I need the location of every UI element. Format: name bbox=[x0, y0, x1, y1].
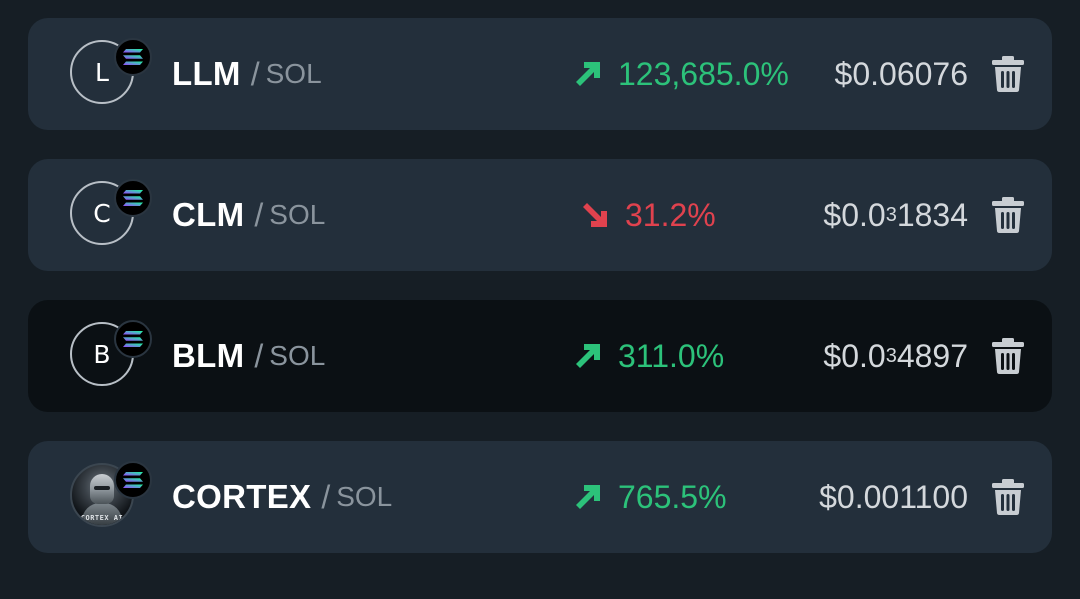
price-change: 31.2% bbox=[583, 159, 716, 271]
arrow-up-right-icon bbox=[576, 62, 600, 86]
solana-icon bbox=[114, 179, 152, 217]
token-symbol: LLM bbox=[172, 55, 241, 92]
watchlist-row-blm[interactable]: B BLM / SOL 311.0% $0.0 3 4897 bbox=[28, 300, 1052, 412]
quote-symbol: SOL bbox=[336, 481, 393, 512]
token-price: $0.0 3 4897 bbox=[823, 337, 968, 374]
avatar-caption: CORTEX AI bbox=[80, 514, 124, 522]
token-symbol: CLM bbox=[172, 196, 245, 233]
quote-symbol: SOL bbox=[269, 340, 326, 371]
trading-pair: LLM / SOL bbox=[172, 18, 322, 130]
solana-icon bbox=[114, 38, 152, 76]
quote-symbol: SOL bbox=[265, 58, 322, 89]
price-digits: 1834 bbox=[896, 196, 968, 233]
solana-icon bbox=[114, 320, 152, 358]
price-change: 311.0% bbox=[576, 300, 724, 412]
trash-icon[interactable] bbox=[992, 56, 1024, 92]
trading-pair: CORTEX / SOL bbox=[172, 441, 392, 553]
arrow-up-right-icon bbox=[576, 485, 600, 509]
price-prefix: $0.001100 bbox=[819, 478, 968, 515]
pair-separator: / bbox=[254, 196, 264, 233]
trash-icon[interactable] bbox=[992, 197, 1024, 233]
price-prefix: $0.06076 bbox=[834, 55, 968, 92]
trading-pair: BLM / SOL bbox=[172, 300, 325, 412]
solana-icon bbox=[114, 461, 152, 499]
watchlist-row-llm[interactable]: L LLM / SOL 123,685.0% $0.06076 bbox=[28, 18, 1052, 130]
trash-icon[interactable] bbox=[992, 479, 1024, 515]
pair-separator: / bbox=[321, 478, 331, 515]
token-price: $0.0 3 1834 bbox=[823, 196, 968, 233]
arrow-down-right-icon bbox=[583, 203, 607, 227]
price-change-value: 31.2% bbox=[625, 196, 716, 233]
token-symbol: CORTEX bbox=[172, 478, 312, 515]
trading-pair: CLM / SOL bbox=[172, 159, 325, 271]
price-prefix: $0.0 bbox=[823, 196, 886, 233]
price-digits: 4897 bbox=[896, 337, 968, 374]
price-change: 765.5% bbox=[576, 441, 727, 553]
trash-icon[interactable] bbox=[992, 338, 1024, 374]
token-price: $0.06076 bbox=[835, 18, 968, 130]
quote-symbol: SOL bbox=[269, 199, 326, 230]
watchlist-row-cortex[interactable]: CORTEX AI CORTEX / SOL 765.5% $0.001100 bbox=[28, 441, 1052, 553]
watchlist-row-clm[interactable]: C CLM / SOL 31.2% $0.0 3 1834 bbox=[28, 159, 1052, 271]
pair-separator: / bbox=[250, 55, 260, 92]
price-change: 123,685.0% bbox=[576, 18, 789, 130]
token-symbol: BLM bbox=[172, 337, 245, 374]
price-change-value: 311.0% bbox=[618, 337, 725, 374]
avatar-robot-eyes bbox=[94, 486, 110, 490]
price-change-value: 765.5% bbox=[618, 478, 727, 515]
arrow-up-right-icon bbox=[576, 344, 600, 368]
price-prefix: $0.0 bbox=[823, 337, 886, 374]
watchlist: L LLM / SOL 123,685.0% $0.06076 C CLM / … bbox=[28, 18, 1052, 582]
token-price: $0.001100 bbox=[819, 441, 968, 553]
pair-separator: / bbox=[254, 337, 264, 374]
price-change-value: 123,685.0% bbox=[618, 55, 789, 92]
